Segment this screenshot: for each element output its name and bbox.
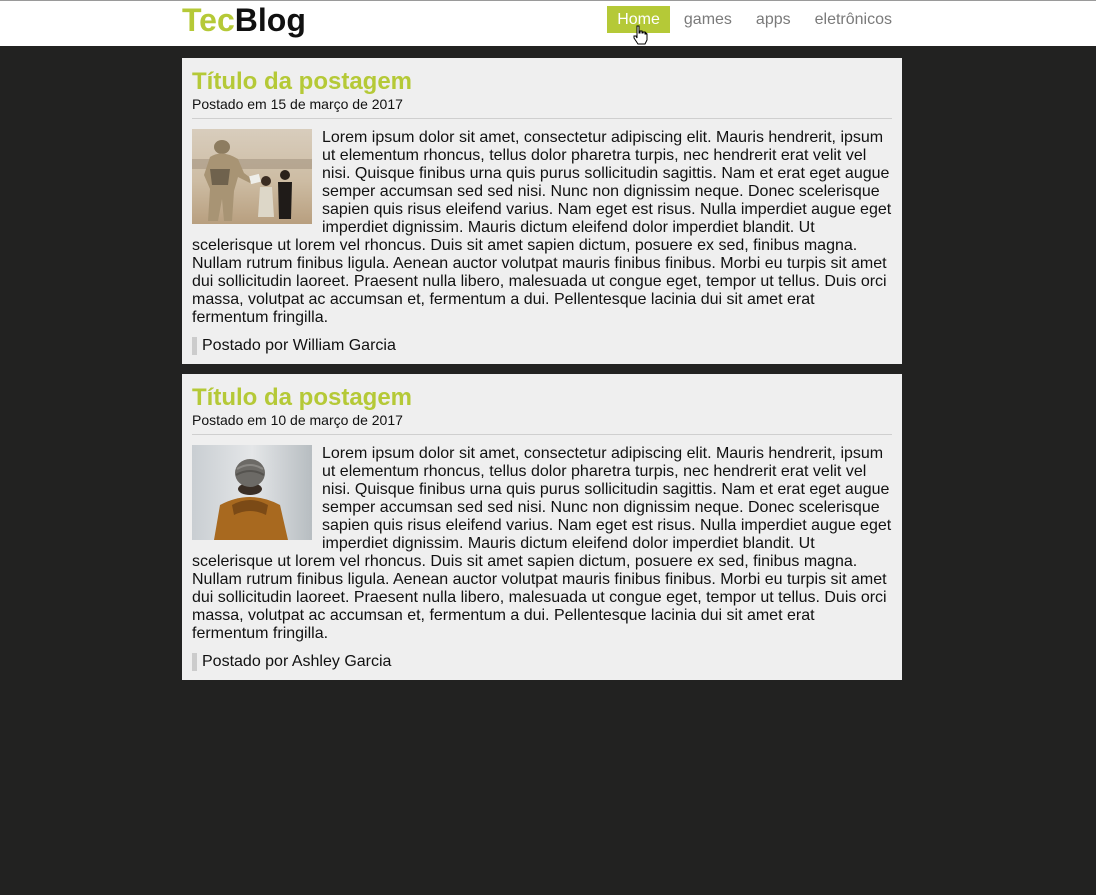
blog-post: Título da postagem Postado em 15 de març… <box>182 58 902 364</box>
logo-blog: Blog <box>234 2 306 38</box>
post-date: Postado em 10 de março de 2017 <box>192 412 892 435</box>
nav-apps[interactable]: apps <box>746 6 801 33</box>
post-title[interactable]: Título da postagem <box>192 68 892 96</box>
logo-tec: Tec <box>182 2 235 38</box>
site-logo[interactable]: TecBlog <box>182 2 306 38</box>
nav-games[interactable]: games <box>674 6 742 33</box>
post-author: Postado por Ashley Garcia <box>192 653 892 671</box>
hand-cursor-icon <box>633 25 648 45</box>
main-nav: Home games apps eletrônicos <box>607 6 902 33</box>
post-image-soldier-child <box>192 129 312 224</box>
post-title[interactable]: Título da postagem <box>192 384 892 412</box>
post-author: Postado por William Garcia <box>192 337 892 355</box>
nav-eletronicos[interactable]: eletrônicos <box>805 6 902 33</box>
blog-post: Título da postagem Postado em 10 de març… <box>182 374 902 680</box>
post-image-person-beanie <box>192 445 312 540</box>
site-header: TecBlog Home games apps eletrônicos <box>0 0 1096 46</box>
post-date: Postado em 15 de março de 2017 <box>192 96 892 119</box>
